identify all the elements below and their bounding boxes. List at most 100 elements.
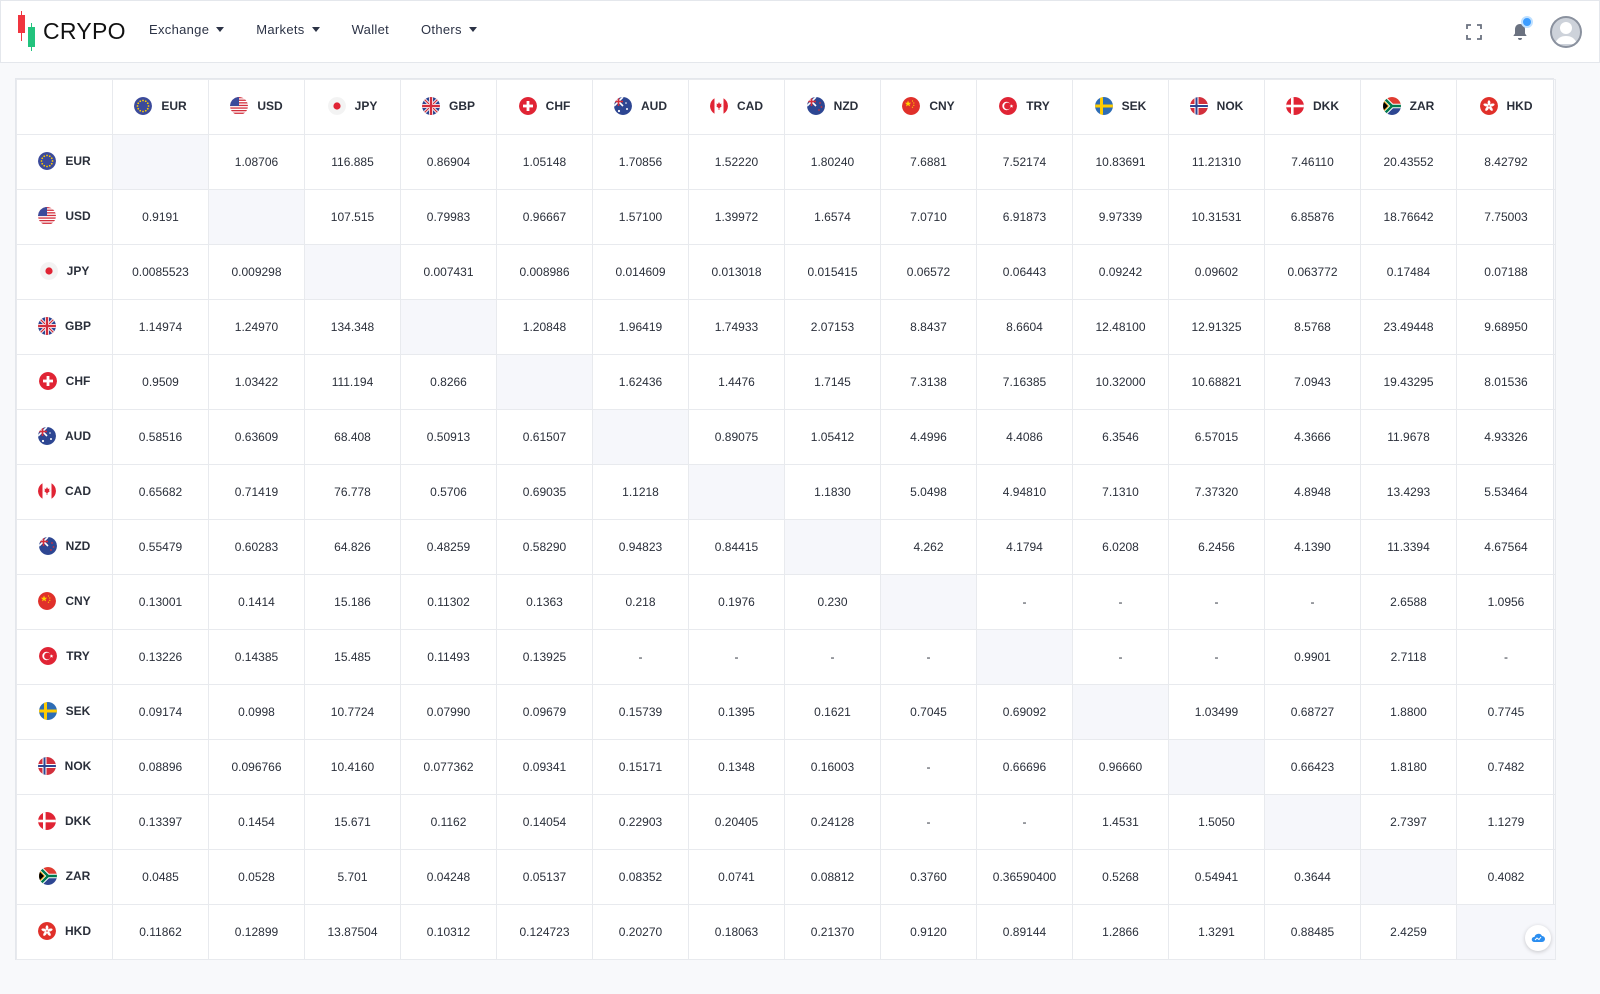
- rate-cell: 0.13925: [496, 629, 593, 685]
- column-header-cad: CAD: [688, 79, 785, 135]
- eu-flag-icon: [134, 96, 153, 115]
- rate-cell: 1.08706: [208, 134, 305, 190]
- rate-cell: -: [1072, 574, 1169, 630]
- header-tools: [1445, 15, 1583, 49]
- rate-cell: 6.85876: [1264, 189, 1361, 245]
- rate-cell: 0.1162: [400, 794, 497, 850]
- rate-cell: 10.4160: [304, 739, 401, 795]
- column-cny-currency-label: CNY: [902, 96, 955, 115]
- nav-markets[interactable]: Markets: [256, 22, 320, 37]
- se-flag-icon: [1094, 96, 1113, 115]
- rate-cell: 0.20405: [688, 794, 785, 850]
- rate-cell: 4.1794: [976, 519, 1073, 575]
- rate-cell: 7.75003: [1456, 189, 1556, 245]
- cross-rates-card: EUR USD JPY GBP CHF AUD CAD NZD CNY TRY SEK NOK DKK Z…: [15, 78, 1556, 960]
- rate-cell: 0.096766: [208, 739, 305, 795]
- user-menu-button[interactable]: [1549, 15, 1583, 49]
- nav-others[interactable]: Others: [421, 22, 477, 37]
- rate-cell: 0.1976: [688, 574, 785, 630]
- rate-cell: 0.18063: [688, 904, 785, 960]
- rate-cell: 5.53464: [1456, 464, 1556, 520]
- rate-cell: 1.05412: [784, 409, 881, 465]
- rate-cell: 0.4082: [1456, 849, 1556, 905]
- nav-exchange[interactable]: Exchange: [149, 22, 225, 37]
- nav-wallet[interactable]: Wallet: [352, 22, 389, 37]
- currency-code: HKD: [65, 923, 91, 938]
- diagonal-cell: [1264, 794, 1361, 850]
- fullscreen-icon: [1466, 24, 1482, 40]
- rate-cell: 1.20848: [496, 299, 593, 355]
- row-header-gbp: GBP: [16, 299, 113, 355]
- jp-flag-icon: [327, 96, 346, 115]
- rate-cell: -: [784, 629, 881, 685]
- rate-cell: 64.826: [304, 519, 401, 575]
- rate-cell: 1.74933: [688, 299, 785, 355]
- row-header-cny: CNY: [16, 574, 113, 630]
- rate-cell: 68.408: [304, 409, 401, 465]
- rate-cell: 0.21370: [784, 904, 881, 960]
- rate-cell: 1.5050: [1168, 794, 1265, 850]
- rate-cell: 7.3138: [880, 354, 977, 410]
- rate-cell: 0.1454: [208, 794, 305, 850]
- us-flag-icon: [38, 206, 57, 225]
- rate-cell: 9.97339: [1072, 189, 1169, 245]
- nav-others-label: Others: [421, 22, 462, 37]
- rate-cell: 0.89144: [976, 904, 1073, 960]
- rate-cell: 13.4293: [1360, 464, 1457, 520]
- table-row: ZAR 0.0485 0.0528 5.701 0.04248 0.05137 0.0835…: [16, 849, 1556, 905]
- rate-cell: 4.94810: [976, 464, 1073, 520]
- diagonal-cell: [976, 629, 1073, 685]
- jp-flag-icon: [39, 261, 58, 280]
- rate-cell: 1.70856: [592, 134, 689, 190]
- rate-cell: 1.1830: [784, 464, 881, 520]
- row-header-cad: CAD: [16, 464, 113, 520]
- currency-code: JPY: [66, 263, 90, 278]
- chat-widget-button[interactable]: [1525, 925, 1551, 951]
- table-row: GBP 1.14974 1.24970 134.348 1.20848 1.96419 1.…: [16, 299, 1556, 355]
- rate-cell: 23.49448: [1360, 299, 1457, 355]
- rate-cell: 0.07990: [400, 684, 497, 740]
- logo[interactable]: CRYPO: [17, 11, 126, 51]
- rate-cell: 0.009298: [208, 244, 305, 300]
- diagonal-cell: [496, 354, 593, 410]
- rate-cell: 0.13226: [112, 629, 209, 685]
- rate-cell: 0.09679: [496, 684, 593, 740]
- rate-cell: 0.71419: [208, 464, 305, 520]
- notification-button[interactable]: [1503, 15, 1537, 49]
- rate-cell: 0.0741: [688, 849, 785, 905]
- table-row: NZD 0.55479 0.60283 64.826 0.48259 0.58290 0.9…: [16, 519, 1556, 575]
- currency-code: SEK: [65, 703, 91, 718]
- hk-flag-icon: [1479, 96, 1498, 115]
- rate-cell: 0.218: [592, 574, 689, 630]
- diagonal-cell: [1072, 684, 1169, 740]
- currency-code: CNY: [929, 98, 955, 113]
- chevron-down-icon: [468, 27, 477, 32]
- rate-cell: 0.55479: [112, 519, 209, 575]
- row-cny-currency-label: CNY: [38, 591, 91, 610]
- rate-cell: 0.11493: [400, 629, 497, 685]
- column-cad-currency-label: CAD: [710, 96, 763, 115]
- table-row: HKD 0.11862 0.12899 13.87504 0.10312 0.124723…: [16, 904, 1556, 960]
- logo-candles-icon: [17, 11, 39, 51]
- rate-cell: 1.03499: [1168, 684, 1265, 740]
- currency-code: TRY: [66, 648, 90, 663]
- rate-cell: 1.57100: [592, 189, 689, 245]
- rate-cell: 0.89075: [688, 409, 785, 465]
- nav-wallet-label: Wallet: [351, 22, 390, 37]
- rate-cell: 1.8180: [1360, 739, 1457, 795]
- rate-cell: 8.42792: [1456, 134, 1556, 190]
- currency-code: CAD: [737, 98, 763, 113]
- top-navbar: CRYPO Exchange Markets Wallet Others: [0, 0, 1600, 63]
- rate-cell: -: [880, 794, 977, 850]
- diagonal-cell: [208, 189, 305, 245]
- rate-cell: 8.5768: [1264, 299, 1361, 355]
- fullscreen-button[interactable]: [1457, 15, 1491, 49]
- ch-flag-icon: [38, 371, 57, 390]
- rate-cell: 9.68950: [1456, 299, 1556, 355]
- rate-cell: 0.9509: [112, 354, 209, 410]
- table-row: JPY 0.0085523 0.009298 0.007431 0.008986 0.01…: [16, 244, 1556, 300]
- rate-cell: 0.79983: [400, 189, 497, 245]
- rate-cell: 1.4531: [1072, 794, 1169, 850]
- rate-cell: 11.3394: [1360, 519, 1457, 575]
- rate-cell: 4.4996: [880, 409, 977, 465]
